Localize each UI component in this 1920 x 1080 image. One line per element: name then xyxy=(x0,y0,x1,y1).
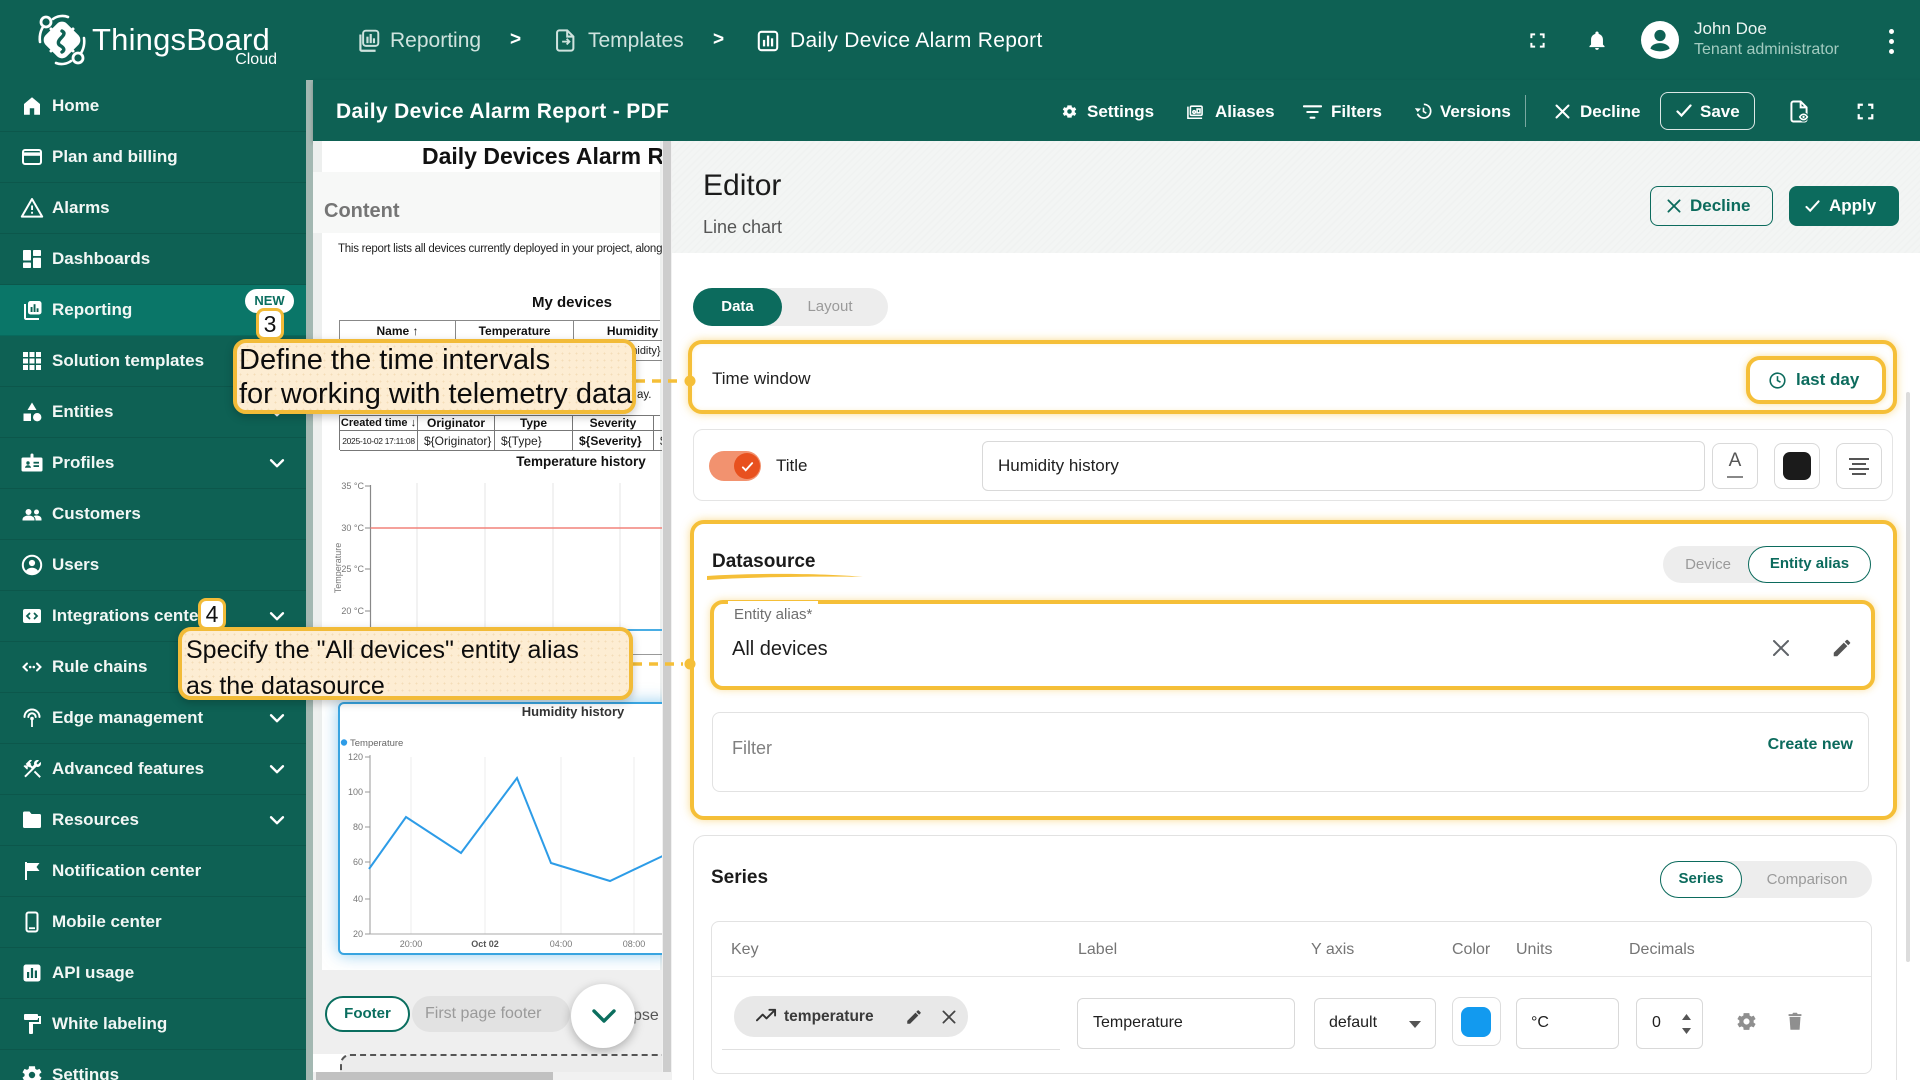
svg-text:25 °C: 25 °C xyxy=(341,564,364,574)
svg-text:04:00: 04:00 xyxy=(550,939,573,949)
svg-text:20: 20 xyxy=(353,929,363,939)
svg-text:20:00: 20:00 xyxy=(400,939,423,949)
svg-text:Temperature: Temperature xyxy=(333,543,343,594)
svg-text:40: 40 xyxy=(353,894,363,904)
svg-text:20 °C: 20 °C xyxy=(341,606,364,616)
svg-text:35 °C: 35 °C xyxy=(341,481,364,491)
svg-text:08:00: 08:00 xyxy=(623,939,646,949)
svg-text:100: 100 xyxy=(348,787,363,797)
svg-text:60: 60 xyxy=(353,857,363,867)
svg-text:120: 120 xyxy=(348,752,363,762)
svg-text:Oct 02: Oct 02 xyxy=(471,939,499,949)
svg-text:80: 80 xyxy=(353,822,363,832)
svg-text:Temperature: Temperature xyxy=(350,738,403,749)
svg-text:30 °C: 30 °C xyxy=(341,523,364,533)
